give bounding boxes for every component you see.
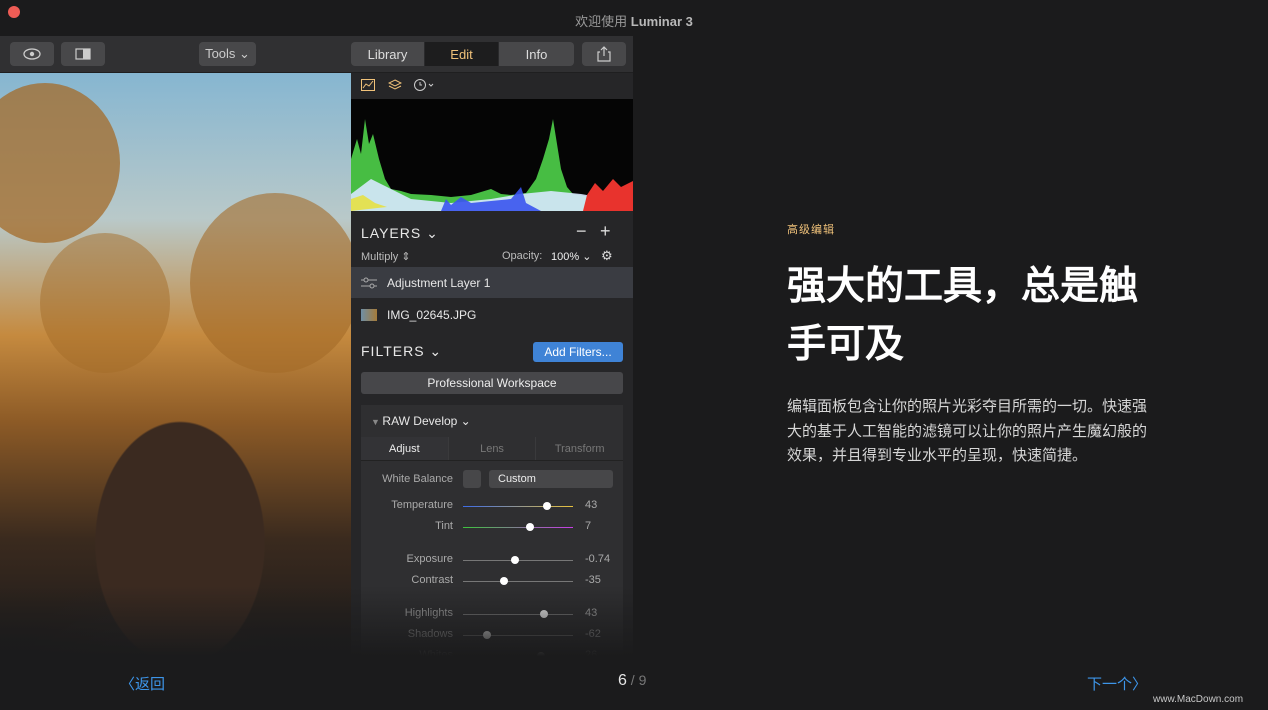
slider-knob[interactable] <box>499 577 508 585</box>
bottom-fade <box>0 586 633 656</box>
layer-settings-gear-icon[interactable]: ⚙ <box>601 248 613 264</box>
watermark: www.MacDown.com <box>1153 694 1244 705</box>
share-icon <box>597 46 611 62</box>
headline: 强大的工具，总是触手可及 <box>787 265 1139 366</box>
description: 编辑面板包含让你的照片光彩夺目所需的一切。快速强大的基于人工智能的滤镜可以让你的… <box>787 398 1148 464</box>
slider-track[interactable] <box>463 577 573 585</box>
slider-track[interactable] <box>463 502 573 510</box>
collapse-triangle-icon: ▼ <box>371 417 383 427</box>
slider-value: 43 <box>585 499 598 511</box>
slider-label: Exposure <box>406 553 453 565</box>
eye-icon <box>23 48 41 60</box>
slider-value: -0.74 <box>585 553 611 565</box>
opacity-label: Opacity: <box>502 250 543 262</box>
slider-label: Contrast <box>411 574 453 586</box>
histogram-icon[interactable] <box>361 79 375 91</box>
tools-menu-button[interactable]: Tools ⌄ <box>199 42 256 66</box>
title-bar: 欢迎使用 Luminar 3 <box>0 0 1268 36</box>
page-indicator: 6 / 9 <box>618 672 647 689</box>
subtab-adjust[interactable]: Adjust <box>361 437 449 460</box>
edit-panel: LAYERS ⌄ − + Multiply ⇕ Opacity: 100% ⌄ … <box>351 73 633 656</box>
slider-value: -35 <box>585 574 601 586</box>
slider-track[interactable] <box>463 556 573 564</box>
layers-header[interactable]: LAYERS ⌄ <box>361 225 439 242</box>
histogram-chart <box>351 99 633 211</box>
share-button[interactable] <box>582 42 626 66</box>
white-balance-label: White Balance <box>382 473 453 485</box>
tab-edit[interactable]: Edit <box>425 42 499 66</box>
photo-preview <box>0 73 351 656</box>
blend-mode-select[interactable]: Multiply ⇕ <box>361 250 411 263</box>
subtab-transform[interactable]: Transform <box>536 437 623 460</box>
next-button[interactable]: 下一个〉 <box>1087 673 1147 694</box>
histogram-toolbar <box>351 73 633 99</box>
raw-subtabs: Adjust Lens Transform <box>361 437 623 461</box>
layer-name: IMG_02645.JPG <box>387 307 477 322</box>
eyedropper-icon[interactable] <box>463 470 481 488</box>
slider-label: Temperature <box>391 499 453 511</box>
app-toolbar: Tools ⌄ Library Edit Info <box>0 36 633 73</box>
slider-knob[interactable] <box>542 502 551 510</box>
history-icon[interactable] <box>413 78 435 92</box>
slider-value: 7 <box>585 520 592 532</box>
window-title: 欢迎使用 Luminar 3 <box>575 14 693 29</box>
layer-adjustment-1[interactable]: Adjustment Layer 1 <box>351 267 633 298</box>
eye-button[interactable] <box>10 42 54 66</box>
image-thumbnail-icon <box>361 308 377 321</box>
layer-name: Adjustment Layer 1 <box>387 275 491 290</box>
split-view-icon <box>75 48 91 60</box>
remove-layer-icon[interactable]: − <box>576 221 587 242</box>
workspace-select[interactable]: Professional Workspace <box>361 372 623 394</box>
layers-icon[interactable] <box>388 79 402 91</box>
slider-knob[interactable] <box>526 523 535 531</box>
white-balance-select[interactable]: Custom <box>489 470 613 488</box>
slider-track[interactable] <box>463 523 573 531</box>
add-layer-icon[interactable]: + <box>600 221 611 242</box>
subtab-lens[interactable]: Lens <box>449 437 537 460</box>
slider-knob[interactable] <box>510 556 519 564</box>
layer-image[interactable]: IMG_02645.JPG <box>351 299 633 330</box>
opacity-value[interactable]: 100% ⌄ <box>551 250 591 263</box>
view-tabs: Library Edit Info <box>351 42 574 66</box>
slider-label: Tint <box>435 520 453 532</box>
welcome-window: 欢迎使用 Luminar 3 Tools ⌄ Library Edit Info <box>0 0 1268 710</box>
tab-library[interactable]: Library <box>351 42 425 66</box>
compare-button[interactable] <box>61 42 105 66</box>
section-eyebrow: 高级编辑 <box>787 224 835 236</box>
add-filters-button[interactable]: Add Filters... <box>533 342 623 362</box>
tab-info[interactable]: Info <box>499 42 574 66</box>
filters-header[interactable]: FILTERS ⌄ <box>361 343 442 360</box>
raw-develop-title[interactable]: ▼ RAW Develop ⌄ <box>371 414 471 428</box>
back-button[interactable]: 〈返回 <box>120 673 165 694</box>
luminar-app-preview: Tools ⌄ Library Edit Info LAYERS ⌄ − + M… <box>0 36 633 656</box>
sliders-icon <box>361 277 377 288</box>
